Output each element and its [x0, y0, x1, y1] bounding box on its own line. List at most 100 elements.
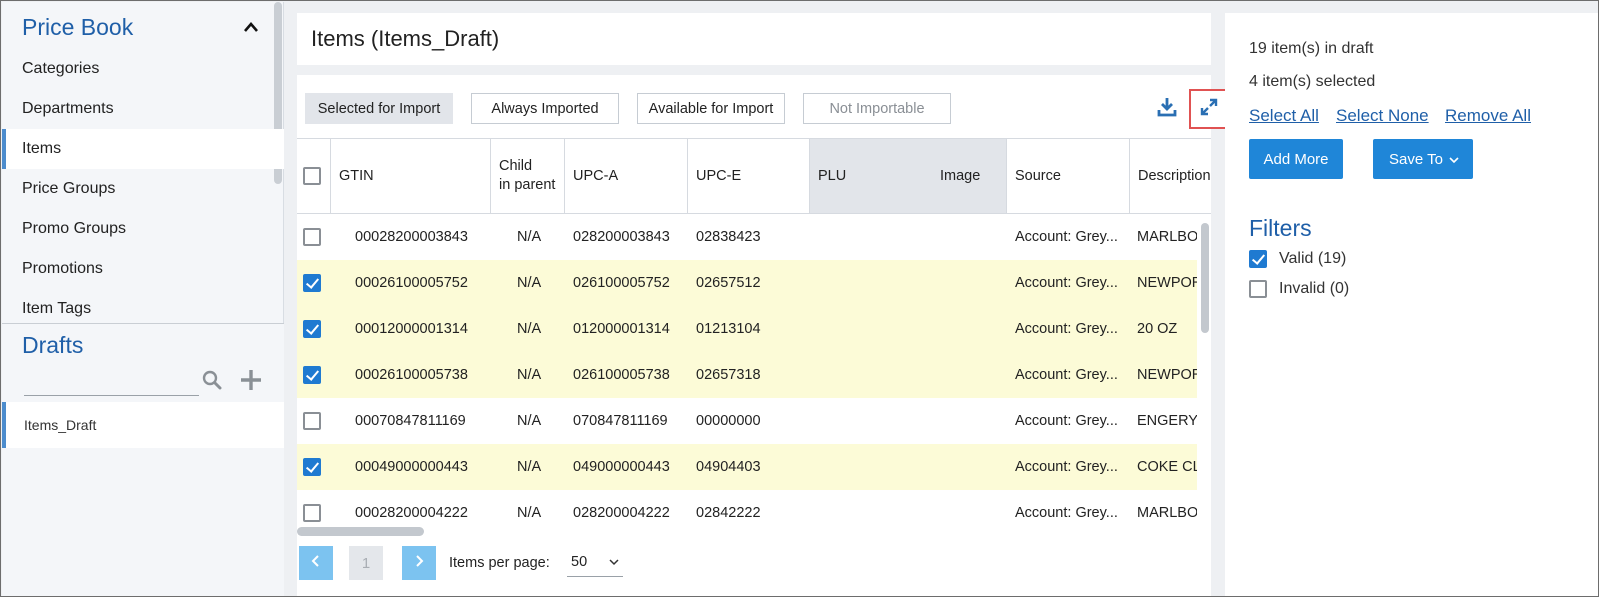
cell-gtin: 00028200003843: [355, 229, 468, 245]
price-book-title: Price Book: [22, 13, 134, 40]
save-to-button[interactable]: Save To: [1373, 139, 1473, 179]
table-row[interactable]: 00070847811169 N/A 070847811169 00000000…: [297, 398, 1197, 444]
cell-upca: 070847811169: [573, 413, 668, 429]
sidebar-item-label: Categories: [22, 60, 100, 77]
page-title: Items (Items_Draft): [311, 26, 500, 51]
cell-description: NEWPORT: [1137, 367, 1197, 383]
cell-source: Account: Grey...: [1015, 413, 1118, 429]
sidebar: Price Book Categories Departments Items …: [2, 2, 284, 596]
column-header-upce[interactable]: UPC-E: [688, 139, 810, 213]
row-checkbox[interactable]: [303, 320, 321, 338]
price-book-header[interactable]: Price Book: [2, 2, 284, 52]
draft-item-items-draft[interactable]: Items_Draft: [2, 402, 284, 448]
expand-icon: [1200, 98, 1218, 121]
sidebar-item-label: Item Tags: [22, 300, 92, 317]
row-checkbox[interactable]: [303, 458, 321, 476]
column-header-description[interactable]: Description: [1130, 139, 1211, 213]
sidebar-item-departments[interactable]: Departments: [2, 89, 284, 129]
draft-search-input[interactable]: [24, 370, 199, 396]
table-horizontal-scrollbar[interactable]: [297, 527, 424, 536]
header-checkbox-cell: [297, 139, 331, 213]
expand-button[interactable]: [1189, 89, 1228, 129]
cell-child: N/A: [517, 321, 542, 337]
row-checkbox[interactable]: [303, 228, 321, 246]
sidebar-item-price-groups[interactable]: Price Groups: [2, 169, 284, 209]
table-row[interactable]: 00026100005752 N/A 026100005752 02657512…: [297, 260, 1197, 306]
prev-page-button[interactable]: [299, 546, 333, 580]
search-icon[interactable]: [201, 369, 223, 391]
table-row[interactable]: 00028200004222 N/A 028200004222 02842222…: [297, 490, 1197, 524]
filter-invalid-label: Invalid (0): [1279, 280, 1350, 297]
filter-valid-checkbox[interactable]: [1249, 250, 1267, 268]
items-per-page-label: Items per page:: [449, 555, 550, 571]
cell-upca: 028200004222: [573, 505, 670, 521]
cell-child: N/A: [517, 275, 542, 291]
column-header-child-in-parent[interactable]: Child in parent: [491, 139, 565, 213]
plus-icon[interactable]: [239, 368, 263, 392]
row-checkbox[interactable]: [303, 274, 321, 292]
cell-upca: 026100005738: [573, 367, 670, 383]
selected-count: 4 item(s) selected: [1249, 73, 1376, 90]
cell-description: ENGERY D: [1137, 413, 1197, 429]
cell-upce: 02657318: [696, 367, 761, 383]
tab-available-for-import[interactable]: Available for Import: [637, 93, 785, 124]
column-header-gtin[interactable]: GTIN: [331, 139, 491, 213]
download-icon[interactable]: [1155, 95, 1179, 119]
select-all-checkbox[interactable]: [303, 167, 321, 185]
column-header-upca[interactable]: UPC-A: [565, 139, 688, 213]
items-per-page-select[interactable]: 50: [567, 547, 623, 577]
chevron-right-icon: [414, 554, 424, 573]
column-header-source[interactable]: Source: [1007, 139, 1130, 213]
sidebar-item-promotions[interactable]: Promotions: [2, 249, 284, 289]
next-page-button[interactable]: [402, 546, 436, 580]
items-per-page-value: 50: [571, 553, 588, 570]
tab-always-imported[interactable]: Always Imported: [471, 93, 619, 124]
table-vertical-scrollbar[interactable]: [1201, 223, 1209, 333]
column-header-image[interactable]: Image: [932, 139, 1007, 213]
cell-upca: 028200003843: [573, 229, 670, 245]
row-checkbox[interactable]: [303, 366, 321, 384]
table-row[interactable]: 00049000000443 N/A 049000000443 04904403…: [297, 444, 1197, 490]
sidebar-item-promo-groups[interactable]: Promo Groups: [2, 209, 284, 249]
select-none-link[interactable]: Select None: [1336, 106, 1429, 126]
cell-upce: 04904403: [696, 459, 761, 475]
pagination: 1 Items per page: 50: [297, 541, 1211, 591]
remove-all-link[interactable]: Remove All: [1445, 106, 1531, 126]
cell-upca: 012000001314: [573, 321, 670, 337]
row-checkbox[interactable]: [303, 504, 321, 522]
cell-description: COKE CLS: [1137, 459, 1197, 475]
cell-description: MARLBORO: [1137, 505, 1197, 521]
right-panel: 19 item(s) in draft 4 item(s) selected S…: [1225, 13, 1598, 596]
table-row[interactable]: 00026100005738 N/A 026100005738 02657318…: [297, 352, 1197, 398]
table-toolbar: Selected for Import Always Imported Avai…: [297, 75, 1228, 137]
table-row[interactable]: 00012000001314 N/A 012000001314 01213104…: [297, 306, 1197, 352]
table-row[interactable]: 00028200003843 N/A 028200003843 02838423…: [297, 214, 1197, 260]
chevron-down-icon: [1449, 151, 1459, 168]
column-header-plu[interactable]: PLU: [810, 139, 932, 213]
sidebar-item-items[interactable]: Items: [2, 129, 284, 169]
save-to-label: Save To: [1389, 150, 1443, 168]
filter-invalid-checkbox[interactable]: [1249, 280, 1267, 298]
cell-description: 20 OZ: [1137, 321, 1178, 337]
filters-title: Filters: [1249, 215, 1312, 241]
filter-invalid[interactable]: Invalid (0): [1249, 280, 1349, 298]
draft-item-label: Items_Draft: [24, 417, 97, 433]
cell-upce: 02838423: [696, 229, 761, 245]
tab-selected-for-import[interactable]: Selected for Import: [305, 93, 453, 124]
cell-source: Account: Grey...: [1015, 321, 1118, 337]
chevron-up-icon[interactable]: [238, 14, 264, 40]
cell-upce: 02657512: [696, 275, 761, 291]
tab-not-importable[interactable]: Not Importable: [803, 93, 951, 124]
cell-gtin: 00070847811169: [355, 413, 466, 429]
cell-gtin: 00049000000443: [355, 459, 468, 475]
sidebar-item-label: Departments: [22, 100, 114, 117]
sidebar-item-categories[interactable]: Categories: [2, 49, 284, 89]
select-all-link[interactable]: Select All: [1249, 106, 1319, 126]
page-number-button[interactable]: 1: [349, 546, 383, 580]
page-title-bar: Items (Items_Draft): [297, 13, 1211, 65]
row-checkbox[interactable]: [303, 412, 321, 430]
cell-child: N/A: [517, 459, 542, 475]
filter-valid[interactable]: Valid (19): [1249, 250, 1346, 268]
table-body: 00028200003843 N/A 028200003843 02838423…: [297, 214, 1211, 524]
add-more-button[interactable]: Add More: [1249, 139, 1343, 179]
